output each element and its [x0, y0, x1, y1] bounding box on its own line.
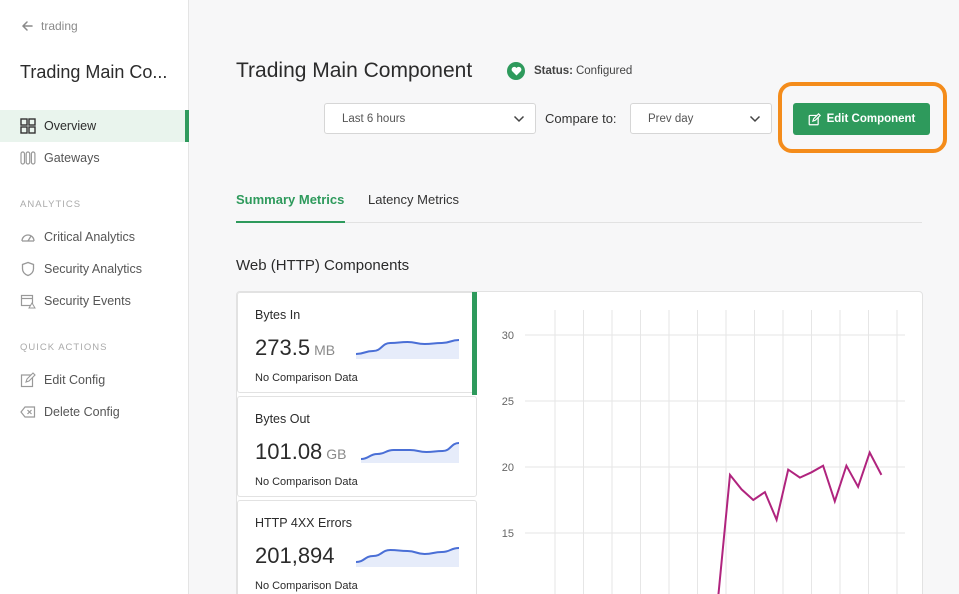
metric-card-http-4xx-errors[interactable]: HTTP 4XX Errors 201,894 No Comparison Da…: [237, 500, 477, 594]
y-tick-label: 30: [502, 330, 514, 342]
sparkline-area: [361, 443, 459, 463]
edit-component-label: Edit Component: [826, 113, 916, 125]
backspace-icon: [19, 404, 36, 421]
sidebar-item-label: Security Events: [44, 294, 131, 308]
metric-number: 101.08: [255, 439, 323, 464]
metric-unit: GB: [326, 446, 347, 462]
sparkline: [355, 339, 460, 359]
sidebar-title: Trading Main Co...: [20, 62, 168, 82]
section-title: Web (HTTP) Components: [236, 257, 410, 274]
time-range-select[interactable]: Last 6 hours: [324, 103, 536, 134]
sidebar-item-label: Delete Config: [44, 405, 120, 419]
metric-number: 273.5: [255, 335, 311, 360]
sidebar-item-security-events[interactable]: Security Events: [0, 285, 189, 317]
y-tick-label: 20: [502, 462, 514, 474]
sidebar-item-label: Security Analytics: [44, 262, 142, 276]
heart-icon: [507, 62, 525, 80]
compare-label: Compare to:: [545, 111, 617, 126]
chevron-down-icon: [513, 115, 525, 122]
sidebar-item-label: Overview: [44, 119, 97, 133]
compare-value: Prev day: [648, 112, 694, 125]
metric-title: Bytes Out: [255, 412, 310, 426]
back-link[interactable]: trading: [20, 19, 78, 33]
sidebar-item-gateways[interactable]: Gateways: [0, 142, 189, 174]
y-tick-label: 15: [502, 528, 514, 540]
sidebar-item-critical-analytics[interactable]: Critical Analytics: [0, 221, 189, 253]
y-tick-label: 25: [502, 396, 514, 408]
page-title: Trading Main Component: [236, 59, 473, 82]
metric-line-chart: 15 20 25 30: [502, 310, 905, 594]
sidebar-item-delete-config[interactable]: Delete Config: [0, 396, 189, 428]
active-tab-indicator: [236, 221, 345, 223]
status-value: Configured: [575, 65, 633, 77]
sidebar-item-label: Gateways: [44, 151, 100, 165]
arrow-left-icon: [21, 21, 33, 31]
metric-note: No Comparison Data: [255, 476, 358, 488]
metric-value: 273.5 MB: [255, 335, 335, 361]
grid-icon: [19, 118, 36, 135]
sidebar-item-label: Critical Analytics: [44, 230, 135, 244]
metric-note: No Comparison Data: [255, 372, 358, 384]
sidebar-item-edit-config[interactable]: Edit Config: [0, 364, 189, 396]
tab-summary-metrics[interactable]: Summary Metrics: [236, 192, 344, 207]
sidebar-item-overview[interactable]: Overview: [0, 110, 189, 142]
sidebar: trading Trading Main Co... Overview Gate…: [0, 0, 189, 594]
compare-select[interactable]: Prev day: [630, 103, 772, 134]
chevron-down-icon: [749, 115, 761, 122]
gateway-icon: [19, 150, 36, 167]
status-label: Status:: [534, 65, 573, 77]
edit-component-button[interactable]: Edit Component: [793, 103, 930, 135]
tab-latency-metrics[interactable]: Latency Metrics: [368, 192, 459, 207]
analytics-section-label: ANALYTICS: [20, 199, 82, 210]
sidebar-item-security-analytics[interactable]: Security Analytics: [0, 253, 189, 285]
sidebar-item-label: Edit Config: [44, 373, 106, 387]
metric-title: Bytes In: [255, 308, 301, 322]
status-indicator: Status: Configured: [507, 62, 632, 80]
gauge-icon: [19, 229, 36, 246]
sparkline: [360, 442, 460, 463]
calendar-alert-icon: [19, 293, 36, 310]
metric-unit: MB: [314, 342, 336, 358]
sparkline: [355, 547, 460, 567]
series-line: [717, 449, 883, 594]
metric-card-bytes-out[interactable]: Bytes Out 101.08 GB No Comparison Data: [237, 396, 477, 497]
quick-actions-section-label: QUICK ACTIONS: [20, 342, 108, 353]
back-link-label: trading: [41, 19, 78, 33]
metric-value: 201,894: [255, 543, 339, 569]
time-range-value: Last 6 hours: [342, 112, 406, 125]
metric-number: 201,894: [255, 543, 335, 568]
metric-note: No Comparison Data: [255, 580, 358, 592]
metric-title: HTTP 4XX Errors: [255, 516, 353, 530]
edit-icon: [808, 112, 821, 125]
metric-value: 101.08 GB: [255, 439, 347, 465]
shield-icon: [19, 261, 36, 278]
metric-card-bytes-in[interactable]: Bytes In 273.5 MB No Comparison Data: [237, 292, 477, 395]
edit-icon: [19, 372, 36, 389]
